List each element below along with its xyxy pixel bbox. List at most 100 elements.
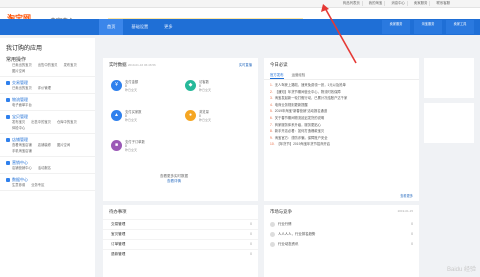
market-panel: 市场与竞争 2019-01-15 行业行情 0 人人人人，行业排名趋势 0 行业动态… [264,205,419,277]
news-item[interactable]: 4. 电商业务规则更新提醒 [270,102,413,109]
shortcut-seller-service[interactable]: 卖家服务 [382,20,410,34]
sidebar-item[interactable]: 评价管理 [38,86,51,91]
sidebar-item[interactable]: 已卖出的宝贝 [12,63,32,68]
sidebar-item[interactable]: 发布宝贝 [12,120,25,125]
sidebar-item[interactable]: 出售中的宝贝 [31,120,51,125]
nav-right-shortcuts: 卖家服务 淘宝服务 卖家工具 [382,20,474,34]
market-count: 0 [411,232,413,236]
tab-home[interactable]: 首页 [99,19,124,35]
top-link-product-list[interactable]: 商品列表页 [341,1,363,6]
news-text: 商家服务体系升级，服务更贴心 [274,122,321,127]
realtime-title-text: 实时数据 [109,62,127,67]
top-link-seller-service[interactable]: 卖家服务 [412,1,431,6]
shortcut-seller-tools[interactable]: 卖家工具 [446,20,474,34]
sidebar-group-products: 宝贝管理 发布宝贝 出售中的宝贝 仓库中的宝贝 体检中心 [0,111,95,134]
sidebar-item[interactable]: 出售中的宝贝 [38,63,58,68]
sidebar-group-logistics: 物流管理 电子面单平台 [0,94,95,111]
realtime-more-button[interactable]: 查看详情 [160,179,188,184]
news-text: 无人驾驶上路啦，速来免费领一张，1元以及抢单 [274,83,346,87]
news-text: 【通知】年货节期间营业中心，物流时效保障 [274,89,341,94]
sidebar-item[interactable]: 手机淘宝店铺 [12,149,32,154]
watermark: Baidu 经验 [446,267,476,273]
market-row[interactable]: 行业动态资讯 0 [264,239,419,249]
sidebar-item[interactable]: 发布宝贝 [64,63,77,68]
main-nav-bar: 首页 基础设置 更多 卖家服务 淘宝服务 卖家工具 [0,19,480,35]
news-number: 9. [270,135,273,140]
news-item[interactable]: 7. 商家服务体系升级，服务更贴心 [270,122,413,129]
market-row[interactable]: 行业行情 0 [264,219,419,229]
todo-count: 0 [250,252,252,256]
right-widget [424,103,474,143]
top-link-my-taobao[interactable]: 我的淘宝 [367,1,386,6]
top-link-message-center[interactable]: 消息中心 [389,1,408,6]
todo-panel: 待办事项 交易管理 0 宝贝管理 0 订单管理 0 退款管理 0 [103,205,258,277]
news-item[interactable]: 1. 无人驾驶上路啦，速来免费领一张，1元以及抢单 [270,82,413,89]
todo-label: 交易管理 [111,222,126,226]
stat-visitors[interactable]: ◆ 访客数 0 昨日全天 [185,80,211,92]
news-text: 淘宝官方：谨防诈骗，保障账户安全 [274,135,328,140]
sidebar-item[interactable]: 仓库中的宝贝 [57,120,77,125]
stat-buyers[interactable]: ▲ 支付买家数 0 昨日全天 [111,110,141,122]
stat-pay-amount[interactable]: ¥ 支付金额 0 昨日全天 [111,80,138,92]
news-more-link[interactable]: 查看更多 [400,193,413,198]
sidebar-item[interactable]: 电子面单平台 [12,103,32,108]
news-number: 1. [270,83,273,87]
news-item[interactable]: 5. 2019年淘宝“新春营销”活动报名通道 [270,108,413,115]
todo-row[interactable]: 订单管理 0 [103,239,258,249]
sidebar-item[interactable]: 生意参谋 [12,183,25,188]
sidebar-item[interactable]: 已卖出的宝贝 [12,86,32,91]
news-item[interactable]: 6. 关于春节期间物流延迟发货的说明 [270,115,413,122]
sidebar-item[interactable]: 店铺装修 [38,143,51,148]
market-date: 2019-01-15 [397,209,413,213]
stat-sub: 昨日全天 [125,148,138,152]
realtime-live-link[interactable]: 实时直播 [239,62,252,67]
sidebar-item[interactable]: 图片空间 [12,69,25,74]
news-item[interactable]: 9. 淘宝官方：谨防诈骗，保障账户安全 [270,135,413,142]
stat-pageviews[interactable]: ● 浏览量 0 昨日全天 [185,110,211,122]
todo-row[interactable]: 退款管理 0 [103,249,258,259]
news-number: 10. [270,142,275,147]
todo-row[interactable]: 交易管理 0 [103,219,258,229]
tab-basic-settings[interactable]: 基础设置 [123,19,156,35]
market-title: 市场与竞争 [270,209,292,214]
top-link-contact-support[interactable]: 联系客服 [434,1,452,6]
right-widget [424,58,474,98]
sidebar-item[interactable]: 活动报名 [38,166,51,171]
news-item[interactable]: 3. 淘宝发起新一轮打假行动，已累计冻结账户达千家 [270,95,413,102]
news-text: 【年货节】2019淘宝年货节招商开启 [276,142,331,147]
todo-row[interactable]: 宝贝管理 0 [103,229,258,239]
sidebar-item[interactable]: 查看淘宝店铺 [12,143,32,148]
visitor-icon: ◆ [185,80,196,91]
news-item[interactable]: 2. 【通知】年货节期间营业中心，物流时效保障 [270,89,413,96]
todo-count: 0 [250,222,252,226]
stat-sub: 昨日全天 [199,118,212,122]
sidebar-group-store: 店铺管理 查看淘宝店铺 店铺装修 图片空间 手机淘宝店铺 [0,134,95,157]
sidebar-common-actions: 常用操作 已卖出的宝贝 出售中的宝贝 发布宝贝 图片空间 [0,54,95,77]
news-title: 今日必读 [270,62,288,67]
stat-label: 支付子订单数 [125,140,145,144]
order-icon: ■ [111,140,122,151]
sidebar-group-marketing: 营销中心 店铺营销中心 活动报名 [0,157,95,174]
news-tabs: 官方发布 运营经验 [264,72,419,80]
sidebar-item[interactable]: 体检中心 [12,126,25,131]
tab-official[interactable]: 官方发布 [270,72,284,79]
market-count: 0 [411,222,413,226]
news-item[interactable]: 10. 【年货节】2019淘宝年货节招商开启 [270,141,413,148]
news-item[interactable]: 8. 新手开店必看：如何打造爆款宝贝 [270,128,413,135]
tab-experience[interactable]: 运营经验 [292,72,306,79]
todo-count: 0 [250,232,252,236]
news-text: 电商业务规则更新提醒 [274,102,308,107]
news-number: 5. [270,109,273,114]
store-icon [6,138,10,142]
sidebar-item[interactable]: 图片空间 [57,143,70,148]
shortcut-taobao-service[interactable]: 淘宝服务 [414,20,442,34]
news-number: 8. [270,129,273,134]
todo-label: 宝贝管理 [111,232,126,236]
stat-sub-orders[interactable]: ■ 支付子订单数 0 昨日全天 [111,140,145,152]
sidebar-item[interactable]: 业务专区 [31,183,44,188]
market-row[interactable]: 人人人人，行业排名趋势 0 [264,229,419,239]
tab-more[interactable]: 更多 [156,19,180,35]
left-sidebar: 我订购的应用 常用操作 已卖出的宝贝 出售中的宝贝 发布宝贝 图片空间 交易管理… [0,38,95,277]
news-text: 新手开店必看：如何打造爆款宝贝 [274,129,325,134]
sidebar-item[interactable]: 店铺营销中心 [12,166,32,171]
